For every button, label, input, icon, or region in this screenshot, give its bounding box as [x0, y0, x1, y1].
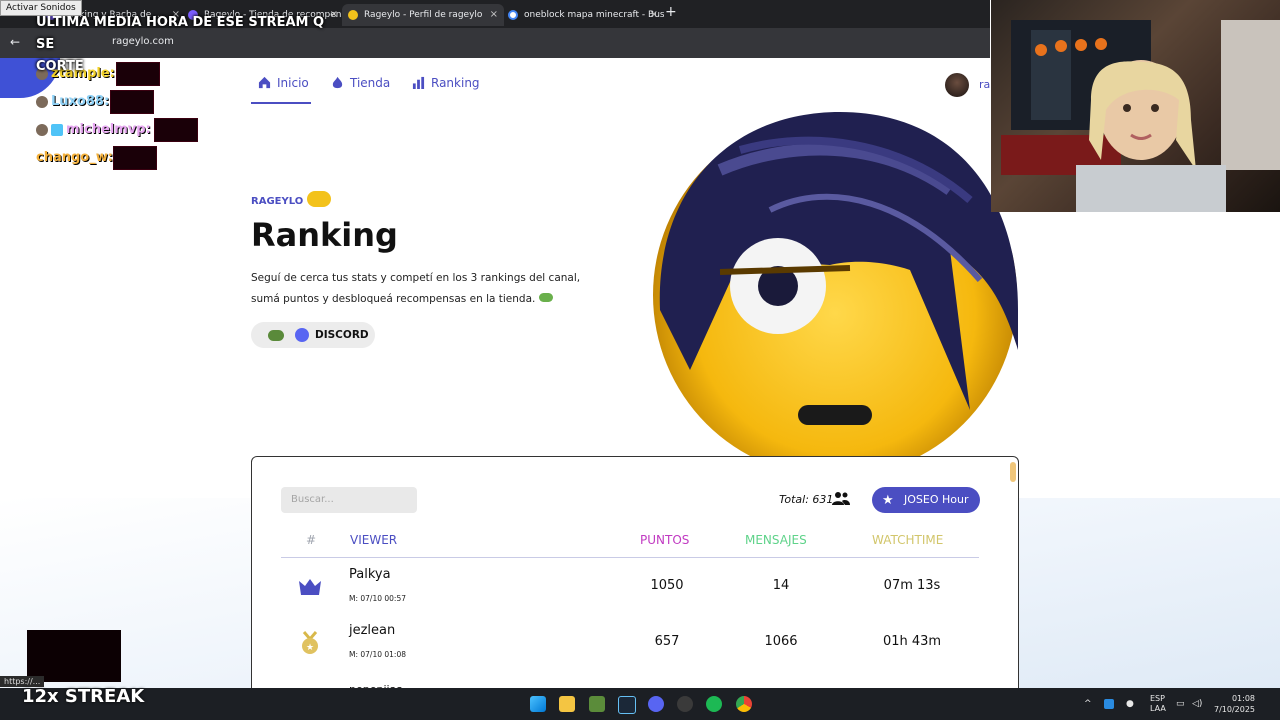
- windows-taskbar: ^ ● ESP LAA ▭ ◁) 01:08 7/10/2025: [0, 688, 1280, 720]
- emo-emoji-illustration: [650, 110, 1020, 460]
- new-tab-button[interactable]: +: [665, 4, 677, 20]
- cell-puntos: 1050: [650, 578, 684, 593]
- cell-mensajes: 1066: [764, 634, 798, 649]
- discord-icon: [295, 328, 309, 342]
- network-icon[interactable]: ▭: [1176, 699, 1185, 709]
- chat-badge-icon: [36, 95, 48, 108]
- minecraft-icon[interactable]: [589, 696, 605, 712]
- cell-watchtime: 01h 43m: [882, 634, 942, 649]
- chat-line: chango_w:: [36, 146, 157, 170]
- chat-line: michelmvp:: [36, 118, 198, 142]
- webcam-feed: [991, 0, 1280, 212]
- nav-inicio[interactable]: Inicio: [258, 76, 309, 90]
- col-header-puntos[interactable]: PUNTOS: [640, 533, 689, 547]
- chat-badge-icon: [36, 123, 48, 136]
- tray-chevron-icon[interactable]: ^: [1084, 699, 1092, 709]
- google-icon: [508, 9, 518, 20]
- tab-perfil[interactable]: Rageylo - Perfil de rageylo ×: [342, 4, 504, 26]
- obs-icon[interactable]: [677, 696, 693, 712]
- col-header-rank: #: [306, 533, 317, 547]
- table-row[interactable]: ★ jezlean M: 07/10 01:08 657 1066 01h 43…: [281, 615, 979, 671]
- streak-overlay: 12x STREAK: [22, 686, 145, 707]
- steam-icon[interactable]: [618, 696, 636, 714]
- file-explorer-icon[interactable]: [559, 696, 575, 712]
- windows-start-icon[interactable]: [530, 696, 546, 712]
- nav-ranking[interactable]: Ranking: [412, 76, 480, 90]
- bar-chart-icon: [412, 76, 425, 89]
- back-arrow-icon[interactable]: ←: [10, 35, 20, 49]
- activate-sound-button[interactable]: Activar Sonidos: [0, 0, 82, 16]
- users-icon: [832, 492, 850, 505]
- redacted-overlay: [27, 630, 121, 682]
- cell-mensajes: 14: [772, 578, 790, 593]
- microphone-icon[interactable]: ●: [1126, 699, 1134, 709]
- col-header-mensajes[interactable]: MENSAJES: [745, 533, 807, 547]
- chrome-icon[interactable]: [736, 696, 752, 712]
- webcam-image: [1001, 20, 1280, 212]
- scrollbar-thumb[interactable]: [1010, 462, 1016, 482]
- nav-tienda[interactable]: Tienda: [331, 76, 390, 90]
- close-tab-icon[interactable]: ×: [490, 4, 498, 26]
- spotify-icon[interactable]: [706, 696, 722, 712]
- system-clock[interactable]: 01:08 7/10/2025: [1214, 693, 1255, 715]
- emote-icon: [307, 191, 332, 207]
- joseo-hour-button[interactable]: ★ JOSEO Hour: [872, 487, 980, 513]
- cell-puntos: 657: [654, 634, 680, 649]
- viewer-name[interactable]: Palkya: [349, 567, 391, 582]
- discord-button[interactable]: DISCORD: [251, 322, 375, 348]
- header-divider: [281, 557, 979, 558]
- crown-icon: [299, 579, 321, 595]
- search-input[interactable]: Buscar...: [281, 487, 417, 513]
- tray-app-icon[interactable]: [1104, 699, 1114, 709]
- chat-redacted-block: [110, 90, 154, 114]
- viewer-name[interactable]: jezlean: [349, 623, 395, 638]
- emo-face-icon: [653, 112, 1018, 460]
- viewer-last-message: M: 07/10 01:08: [349, 650, 406, 659]
- star-icon: ★: [882, 493, 894, 508]
- col-header-watchtime[interactable]: WATCHTIME: [872, 533, 943, 547]
- svg-text:★: ★: [306, 643, 314, 653]
- col-header-viewer[interactable]: VIEWER: [350, 533, 397, 547]
- chat-line: Luxo88:: [36, 90, 154, 114]
- table-row[interactable]: Palkya M: 07/10 00:57 1050 14 07m 13s: [281, 559, 979, 615]
- nav-active-underline: [251, 102, 311, 104]
- discord-taskbar-icon[interactable]: [648, 696, 664, 712]
- chat-redacted-block: [113, 146, 157, 170]
- page-title: Ranking: [251, 216, 398, 254]
- viewer-last-message: M: 07/10 00:57: [349, 594, 406, 603]
- cell-watchtime: 07m 13s: [883, 578, 941, 593]
- ranking-table-card: Buscar... Total: 631 ★ JOSEO Hour # VIEW…: [251, 456, 1019, 688]
- chat-redacted-block: [154, 118, 198, 142]
- language-indicator[interactable]: ESP LAA: [1150, 694, 1166, 714]
- pepe-emote-icon: [268, 330, 284, 341]
- site-favicon-icon: [348, 9, 358, 20]
- medal-icon: ★: [302, 631, 318, 654]
- close-tab-icon[interactable]: ×: [650, 4, 658, 26]
- page-description: Seguí de cerca tus stats y competí en lo…: [251, 272, 581, 305]
- diamond-badge-icon: [51, 123, 63, 136]
- user-name-partial[interactable]: ra: [979, 78, 990, 91]
- stream-title-overlay: ULTIMA MEDIA HORA DE ESE STREAM Q SE COR…: [36, 15, 325, 74]
- total-count: Total: 631: [779, 493, 834, 506]
- channel-kicker: RAGEYLO: [251, 191, 332, 207]
- turtle-emote-icon: [538, 293, 553, 302]
- volume-icon[interactable]: ◁): [1192, 699, 1202, 709]
- tab-google[interactable]: oneblock mapa minecraft - Buscar ×: [502, 4, 664, 26]
- user-avatar[interactable]: [945, 73, 969, 97]
